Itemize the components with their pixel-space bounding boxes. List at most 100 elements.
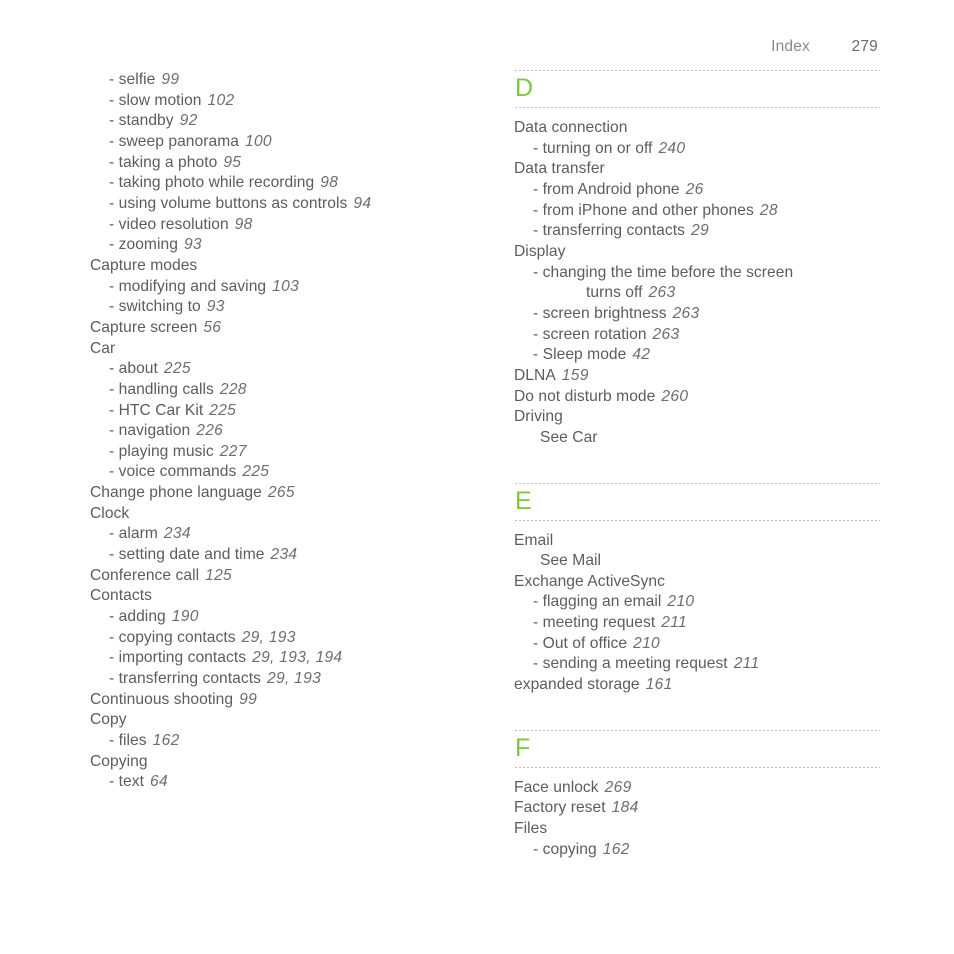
entry-label: handling calls [118,380,214,398]
entry-page-numbers: 125 [205,566,233,584]
index-entry-sub: - slow motion 102 [90,91,490,112]
index-entry-sub: - from Android phone 26 [514,180,880,201]
entry-label: selfie [118,71,156,88]
index-entry-sub: - turning on or off 240 [514,139,880,160]
index-entry-main: Copy [90,710,490,731]
entry-dash: - [533,304,543,322]
section-letter-heading: D [515,74,534,102]
entry-label: modifying and saving [118,277,267,295]
index-entry-main: expanded storage 161 [514,675,880,696]
index-entry-main: Files [514,819,880,840]
entry-label: turning on or off [542,139,653,157]
entry-label: taking a photo [118,153,218,171]
entry-page-numbers: 162 [152,732,180,749]
index-entry-main: Data connection [514,118,880,139]
entry-label: using volume buttons as controls [118,194,348,212]
entry-label: slow motion [118,91,202,109]
index-entry-sub: - about 225 [90,359,490,380]
index-entry-sub: - transferring contacts 29 [514,221,880,242]
entry-page-numbers: 226 [196,422,224,440]
entry-dash: - [109,463,119,481]
index-entry-sub: - meeting request 211 [514,613,880,634]
entry-page-numbers: 103 [272,277,300,295]
index-entry-sub: - from iPhone and other phones 28 [514,201,880,222]
entry-label: Contacts [90,587,152,605]
entry-label: from iPhone and other phones [542,201,754,219]
section-letter-heading: F [515,733,531,762]
entry-label: sweep panorama [118,132,239,150]
entry-dash: - [533,180,543,198]
entry-page-numbers: 29, 193 [266,670,322,688]
index-entry-main: Conference call 125 [90,566,490,587]
entry-label: Exchange ActiveSync [514,572,665,590]
entry-page-numbers: 98 [234,215,253,233]
index-entry-sub: - text 64 [90,772,490,793]
entry-page-numbers: 225 [209,401,237,419]
index-entry-main: Data transfer [514,159,880,180]
entry-dash: - [533,201,543,219]
index-entry-sub: - files 162 [90,731,490,752]
index-entry-main: Face unlock 269 [514,778,880,799]
index-entry-main: Email [514,531,880,552]
index-entry-sub: - screen rotation 263 [514,325,880,346]
entry-page-numbers: 269 [604,778,632,796]
index-entry-sub: - adding 190 [90,607,490,628]
index-entry-main: Exchange ActiveSync [514,572,880,593]
entry-dash: - [109,277,119,295]
index-entry-main: Capture modes [90,256,490,277]
entry-label: Display [514,242,566,260]
entry-label: Car [90,339,116,357]
index-entry-sub: - Sleep mode 42 [514,345,880,366]
entry-label: from Android phone [542,180,680,198]
entry-page-numbers: 95 [223,153,242,171]
entry-page-numbers: 29, 193 [241,628,296,646]
entry-page-numbers: 99 [161,71,180,88]
index-entry-main: Contacts [90,586,490,607]
entry-dash: - [109,628,119,646]
entry-dash: - [109,91,119,109]
entry-page-numbers: 240 [658,139,686,157]
index-entry-main: Clock [90,504,490,525]
index-entry-sub: - sending a meeting request 211 [514,654,880,675]
index-entry-see: See Car [514,428,880,449]
entry-page-numbers: 98 [320,174,339,192]
index-column-left: - selfie 99- slow motion 102- standby 92- s… [90,70,490,793]
entry-page-numbers: 210 [633,634,661,652]
index-entry-sub: - voice commands 225 [90,462,490,483]
entry-dash: - [109,422,119,440]
index-entry-sub: - importing contacts 29, 193, 194 [90,648,490,669]
entry-label: Files [514,820,548,838]
index-entry-main: Car [90,339,490,360]
entry-label: Conference call [90,566,200,584]
entry-page-numbers: 93 [206,298,225,316]
entry-page-numbers: 28 [759,201,778,219]
index-entry-sub: - zooming 93 [90,235,490,256]
index-entry-sub: - alarm 234 [90,524,490,545]
entry-label: Email [514,531,554,549]
entry-page-numbers: 263 [672,304,700,322]
entry-dash: - [109,215,119,233]
index-entry-see: See Mail [514,551,880,572]
entry-label: screen rotation [542,325,647,343]
entry-dash: - [533,346,543,364]
entry-dash: - [109,380,119,398]
entry-page-numbers: 29, 193, 194 [252,649,343,667]
entry-label: transferring contacts [542,222,685,240]
entry-label: turns off [586,284,643,302]
entry-label: See Car [540,428,598,446]
entry-dash: - [533,840,543,858]
entry-label: importing contacts [118,649,247,667]
index-entry-main: Capture screen 56 [90,318,490,339]
entry-label: switching to [118,298,201,316]
entry-dash: - [109,525,119,543]
entry-label: Out of office [542,634,628,652]
entry-label: taking photo while recording [118,174,315,192]
entry-label: playing music [118,442,214,460]
entry-label: Capture modes [90,256,198,274]
entry-label: Data connection [514,119,628,136]
index-entry-sub: - video resolution 98 [90,215,490,236]
entry-dash: - [109,732,119,749]
entry-dash: - [109,773,119,791]
entry-dash: - [109,649,119,667]
index-entry-sub: - Out of office 210 [514,634,880,655]
